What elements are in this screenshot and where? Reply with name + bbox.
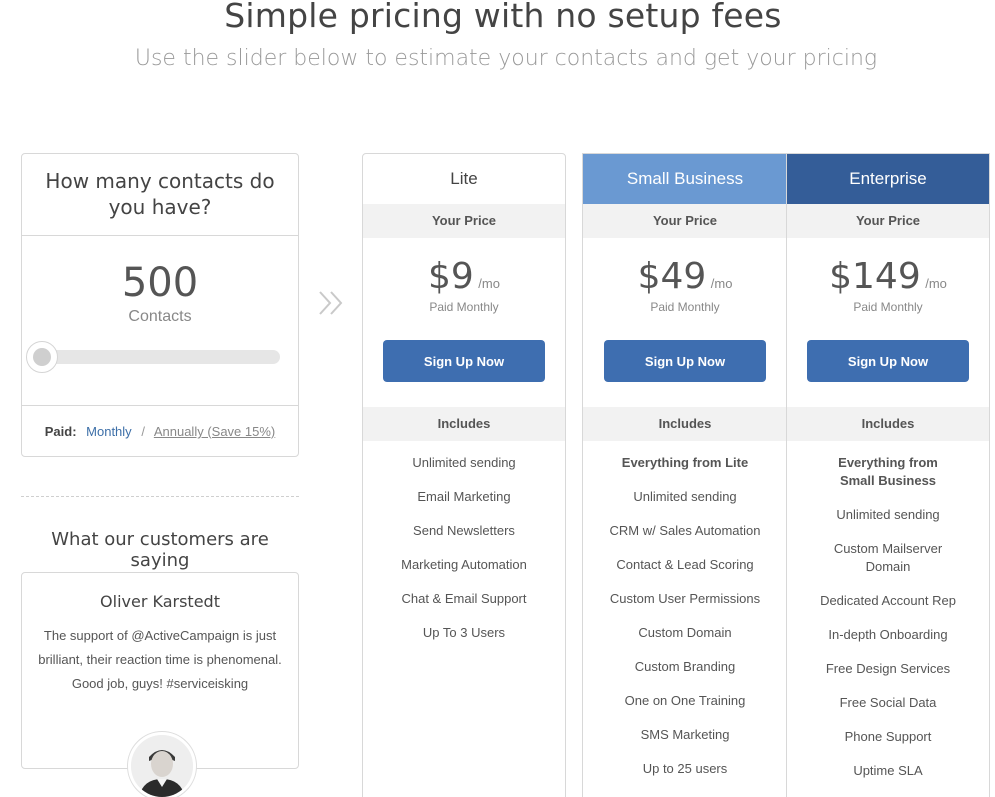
testimonials-heading: What our customers are saying <box>51 529 269 571</box>
feature-item: One on One Training <box>624 693 746 708</box>
plan-price: $149 /mo <box>787 256 989 300</box>
plan-enterprise: Enterprise Your Price $149 /mo Paid Mont… <box>786 153 990 797</box>
contacts-question: How many contacts do you have? <box>22 154 298 236</box>
feature-item: Unlimited sending <box>836 507 940 522</box>
feature-item: Uptime SLA <box>853 763 923 778</box>
testimonial-card: Oliver Karstedt The support of @ActiveCa… <box>21 572 299 797</box>
feature-list: Unlimited sending Email Marketing Send N… <box>363 454 565 642</box>
feature-item: Free Design Services <box>825 661 951 676</box>
feature-item: In-depth Onboarding <box>828 627 948 642</box>
feature-item: Unlimited sending <box>633 489 737 504</box>
paid-note: Paid Monthly <box>650 300 720 314</box>
sign-up-button-enterprise[interactable]: Sign Up Now <box>807 340 969 382</box>
feature-list: Everything from Small Business Unlimited… <box>787 454 989 780</box>
feature-item: Dedicated Account Rep <box>820 593 956 608</box>
price-amount: $9 <box>428 256 474 297</box>
feature-item: Phone Support <box>844 729 932 744</box>
your-price-label: Your Price <box>363 204 565 238</box>
feature-item: Everything from Lite <box>621 455 749 470</box>
contacts-count: 500 <box>121 260 199 306</box>
includes-label: Includes <box>363 407 565 441</box>
plan-name: Small Business <box>583 154 787 204</box>
plan-price: $9 /mo <box>363 256 565 300</box>
billing-toggle: Paid: Monthly / Annually (Save 15%) <box>22 405 298 457</box>
contacts-unit: Contacts <box>128 308 192 325</box>
your-price-label: Your Price <box>583 204 787 238</box>
contacts-slider-track[interactable] <box>48 350 280 364</box>
feature-item: Unlimited sending <box>412 455 516 470</box>
feature-item: Custom Domain <box>638 625 732 640</box>
price-amount: $49 <box>637 256 707 297</box>
feature-item: CRM w/ Sales Automation <box>609 523 761 538</box>
feature-item: Free Social Data <box>839 695 937 710</box>
feature-item: Everything from Small Business <box>838 455 938 488</box>
contacts-question-text: How many contacts do you have? <box>45 169 275 219</box>
page-title: Simple pricing with no setup fees <box>224 0 782 35</box>
includes-label: Includes <box>583 407 787 441</box>
double-chevron-right-icon <box>319 291 343 315</box>
feature-item: Email Marketing <box>417 489 511 504</box>
person-icon <box>131 735 193 797</box>
feature-item: Contact & Lead Scoring <box>616 557 754 572</box>
billing-separator: / <box>141 424 145 439</box>
feature-item: Up to 25 users <box>642 761 728 776</box>
feature-item: SMS Marketing <box>640 727 730 742</box>
billing-label: Paid: <box>44 424 77 439</box>
contacts-slider-handle[interactable] <box>26 341 58 373</box>
plan-name: Lite <box>450 169 478 188</box>
price-amount: $149 <box>829 256 921 297</box>
plan-price: $49 /mo <box>583 256 787 300</box>
testimonial-quote: The support of @ActiveCampaign is just b… <box>38 628 282 691</box>
feature-item: Custom Branding <box>634 659 736 674</box>
plan-small-business: Small Business Your Price $49 /mo Paid M… <box>582 153 787 797</box>
billing-annually-link[interactable]: Annually (Save 15%) <box>154 424 275 439</box>
feature-item: Chat & Email Support <box>401 591 527 606</box>
price-period: /mo <box>710 276 733 291</box>
sign-up-button-lite[interactable]: Sign Up Now <box>383 340 545 382</box>
paid-note: Paid Monthly <box>853 300 923 314</box>
billing-monthly-link[interactable]: Monthly <box>86 424 132 439</box>
feature-item: Custom Mailserver Domain <box>833 541 943 574</box>
feature-list: Everything from Lite Unlimited sending C… <box>583 454 787 778</box>
plan-name: Enterprise <box>787 154 989 204</box>
includes-label: Includes <box>787 407 989 441</box>
feature-item: Send Newsletters <box>413 523 515 538</box>
sign-up-button-small-business[interactable]: Sign Up Now <box>604 340 766 382</box>
contacts-card: How many contacts do you have? 500 Conta… <box>21 153 299 457</box>
price-period: /mo <box>478 276 500 291</box>
feature-item: Custom User Permissions <box>609 591 761 606</box>
plan-lite: Lite Your Price $9 /mo Paid Monthly Sign… <box>362 153 566 797</box>
avatar <box>128 732 196 797</box>
feature-item: Marketing Automation <box>401 557 527 572</box>
testimonial-author: Oliver Karstedt <box>100 592 220 611</box>
your-price-label: Your Price <box>787 204 989 238</box>
paid-note: Paid Monthly <box>429 300 499 314</box>
page-subtitle: Use the slider below to estimate your co… <box>134 46 878 71</box>
section-divider <box>21 496 299 497</box>
feature-item: Up To 3 Users <box>422 625 506 640</box>
price-period: /mo <box>925 276 947 291</box>
